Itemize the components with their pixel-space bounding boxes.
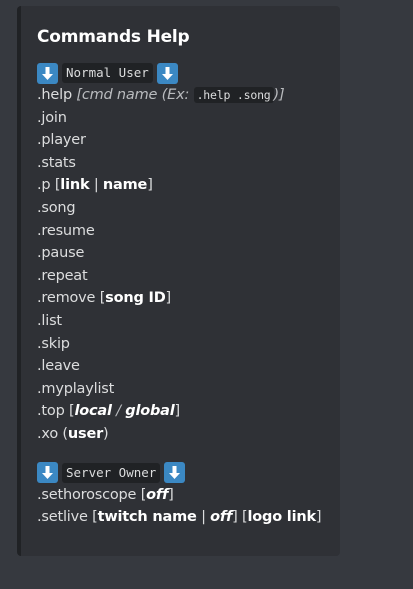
bracket: [	[95, 290, 106, 307]
command-arg: user	[67, 425, 104, 442]
bracket: [	[64, 403, 75, 420]
bracket: )	[103, 425, 109, 442]
arrow-down-icon	[164, 462, 186, 483]
command-pause: .pause	[37, 245, 85, 262]
command-arg: global	[125, 403, 175, 420]
command-skip: .skip	[37, 335, 70, 352]
command-arg: twitch name	[97, 509, 197, 526]
command-name: .setlive	[37, 509, 88, 526]
command-arg: link	[60, 177, 90, 194]
command-arg: logo link	[247, 509, 316, 526]
bracket: ]	[168, 486, 174, 503]
command-stats: .stats	[37, 154, 76, 171]
bracket: ]	[315, 509, 322, 526]
command-setlive: .setlive [twitch name | off] [logo link]	[37, 506, 337, 529]
arrow-down-icon	[37, 462, 58, 483]
command-hint: [cmd name (Ex:	[71, 87, 194, 103]
command-myplaylist: .myplaylist	[37, 380, 115, 397]
command-name: .p	[37, 177, 51, 194]
section-header-normal-user: Normal User	[37, 62, 337, 84]
bracket: ]	[165, 290, 172, 307]
command-resume: .resume	[37, 222, 95, 239]
section-label-normal-user: Normal User	[62, 63, 153, 83]
command-arg: name	[102, 177, 148, 194]
command-hint-close: )]	[273, 87, 285, 103]
embed-title: Commands Help	[37, 27, 190, 47]
command-arg: song ID	[105, 290, 166, 307]
command-xo: .xo (user)	[37, 423, 337, 446]
arrow-down-icon	[156, 62, 178, 84]
help-embed: Commands Help Normal User .help [cmd nam…	[17, 6, 340, 556]
bracket: ]	[174, 403, 181, 420]
separator: |	[196, 509, 211, 526]
command-arg: off	[210, 509, 233, 526]
command-name: .help	[37, 87, 72, 103]
command-name: .xo	[37, 425, 59, 442]
section-header-server-owner: Server Owner	[37, 462, 337, 484]
bracket: ] [	[232, 509, 248, 526]
bracket: [	[50, 177, 61, 194]
command-player: .player	[37, 132, 86, 149]
command-top: .top [local / global]	[37, 400, 337, 423]
arrow-down-icon	[37, 62, 58, 84]
command-arg: local	[74, 403, 112, 420]
command-arg: off	[146, 486, 169, 503]
command-remove: .remove [song ID]	[37, 287, 337, 310]
command-song: .song	[37, 199, 76, 216]
section-label-server-owner: Server Owner	[62, 462, 161, 483]
separator: |	[89, 177, 103, 194]
separator: /	[111, 403, 126, 420]
bracket: ]	[147, 177, 153, 194]
command-name: .sethoroscope	[37, 486, 137, 503]
command-list: .list	[37, 312, 62, 329]
command-name: .top	[37, 403, 65, 420]
command-sethoroscope: .sethoroscope [off]	[37, 484, 337, 507]
command-repeat: .repeat	[37, 267, 88, 284]
command-example: .help .song	[193, 87, 274, 103]
command-join: .join	[37, 109, 67, 126]
bracket: (	[58, 425, 68, 442]
bracket: [	[136, 486, 147, 503]
command-help: .help [cmd name (Ex: .help .song)]	[37, 84, 337, 107]
command-name: .remove	[37, 290, 96, 307]
bracket: [	[87, 509, 98, 526]
command-p: .p [link | name]	[37, 174, 337, 197]
embed-content: Commands Help Normal User .help [cmd nam…	[37, 26, 337, 529]
command-leave: .leave	[37, 358, 80, 375]
